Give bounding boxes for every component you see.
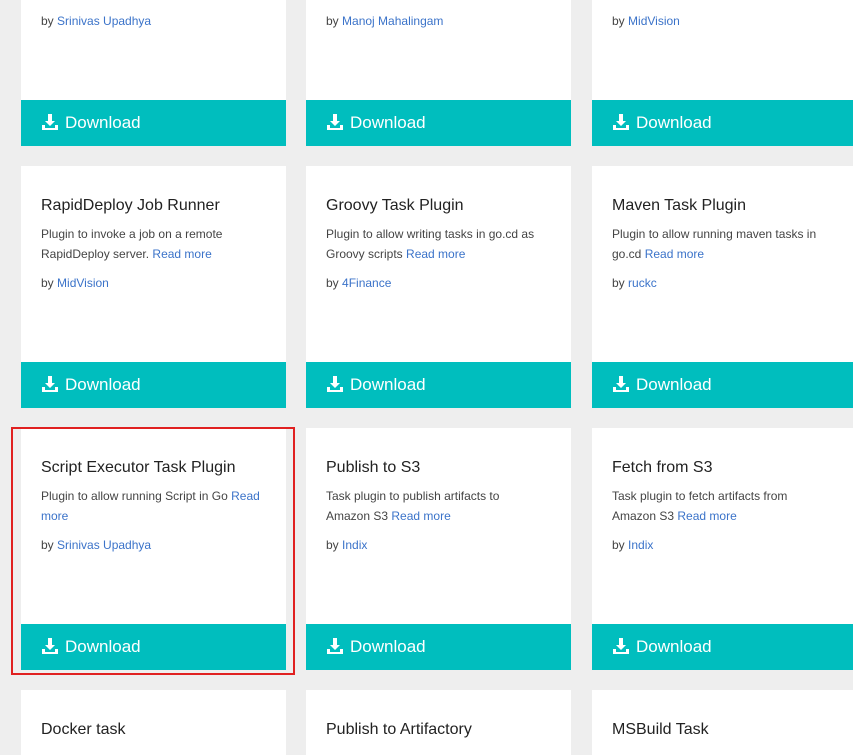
plugin-card: by MidVision Download [592, 0, 853, 146]
download-icon [42, 376, 58, 392]
author-link[interactable]: Srinivas Upadhya [57, 14, 151, 28]
plugin-author: by Srinivas Upadhya [41, 14, 152, 28]
plugin-author: by Manoj Mahalingam [326, 14, 444, 28]
plugin-description: Plugin to invoke a job on a remote Rapid… [41, 227, 223, 261]
plugin-author: by 4Finance [326, 276, 392, 290]
plugin-author: by ruckc [612, 276, 657, 290]
read-more-link[interactable]: Read more [645, 247, 704, 261]
read-more-link[interactable]: Read more [391, 509, 450, 523]
plugin-title: Publish to S3 [326, 459, 421, 476]
author-link[interactable]: MidVision [628, 14, 680, 28]
read-more-link[interactable]: Read more [677, 509, 736, 523]
download-button[interactable]: Download [592, 624, 853, 670]
plugin-author: by MidVision [41, 276, 109, 290]
plugin-title: Maven Task Plugin [612, 197, 746, 214]
plugin-title: Docker task [41, 721, 126, 738]
download-button[interactable]: Download [306, 100, 571, 146]
download-button[interactable]: Download [306, 362, 571, 408]
author-link[interactable]: 4Finance [342, 276, 391, 290]
download-button[interactable]: Download [21, 362, 286, 408]
download-icon [327, 376, 343, 392]
plugin-author: by MidVision [612, 14, 680, 28]
plugin-card: by Srinivas Upadhya Download [21, 0, 286, 146]
plugin-card: Docker task [21, 690, 286, 755]
plugin-description: Task plugin to fetch artifacts from Amaz… [612, 489, 788, 523]
download-icon [613, 114, 629, 130]
plugin-description: Plugin to allow running Script in Go Rea… [41, 489, 260, 523]
plugin-title: MSBuild Task [612, 721, 709, 738]
author-link[interactable]: Indix [342, 538, 367, 552]
download-icon [613, 376, 629, 392]
read-more-link[interactable]: Read more [406, 247, 465, 261]
download-icon [42, 114, 58, 130]
download-button[interactable]: Download [21, 624, 286, 670]
plugin-card: Publish to Artifactory [306, 690, 571, 755]
plugin-card: Groovy Task Plugin Plugin to allow writi… [306, 166, 571, 408]
download-button[interactable]: Download [592, 362, 853, 408]
plugin-title: RapidDeploy Job Runner [41, 197, 220, 214]
download-icon [42, 638, 58, 654]
download-button[interactable]: Download [21, 100, 286, 146]
download-icon [613, 638, 629, 654]
plugin-description: Task plugin to publish artifacts to Amaz… [326, 489, 500, 523]
author-link[interactable]: ruckc [628, 276, 657, 290]
plugin-card: Maven Task Plugin Plugin to allow runnin… [592, 166, 853, 408]
plugin-description: Plugin to allow writing tasks in go.cd a… [326, 227, 535, 261]
plugin-card: Script Executor Task Plugin Plugin to al… [21, 428, 286, 670]
plugin-title: Groovy Task Plugin [326, 197, 464, 214]
download-icon [327, 638, 343, 654]
plugin-title: Fetch from S3 [612, 459, 713, 476]
plugin-card: RapidDeploy Job Runner Plugin to invoke … [21, 166, 286, 408]
author-link[interactable]: Srinivas Upadhya [57, 538, 151, 552]
plugin-description: Plugin to allow running maven tasks in g… [612, 227, 817, 261]
plugin-card: by Manoj Mahalingam Download [306, 0, 571, 146]
author-link[interactable]: Manoj Mahalingam [342, 14, 443, 28]
plugin-card: Fetch from S3 Task plugin to fetch artif… [592, 428, 853, 670]
plugin-author: by Indix [326, 538, 368, 552]
plugin-card: Publish to S3 Task plugin to publish art… [306, 428, 571, 670]
plugin-author: by Srinivas Upadhya [41, 538, 152, 552]
download-button[interactable]: Download [306, 624, 571, 670]
download-button[interactable]: Download [592, 100, 853, 146]
download-icon [327, 114, 343, 130]
plugin-title: Script Executor Task Plugin [41, 459, 236, 476]
plugin-author: by Indix [612, 538, 654, 552]
author-link[interactable]: Indix [628, 538, 653, 552]
author-link[interactable]: MidVision [57, 276, 109, 290]
plugin-card: MSBuild Task [592, 690, 853, 755]
read-more-link[interactable]: Read more [152, 247, 211, 261]
plugin-title: Publish to Artifactory [326, 721, 472, 738]
